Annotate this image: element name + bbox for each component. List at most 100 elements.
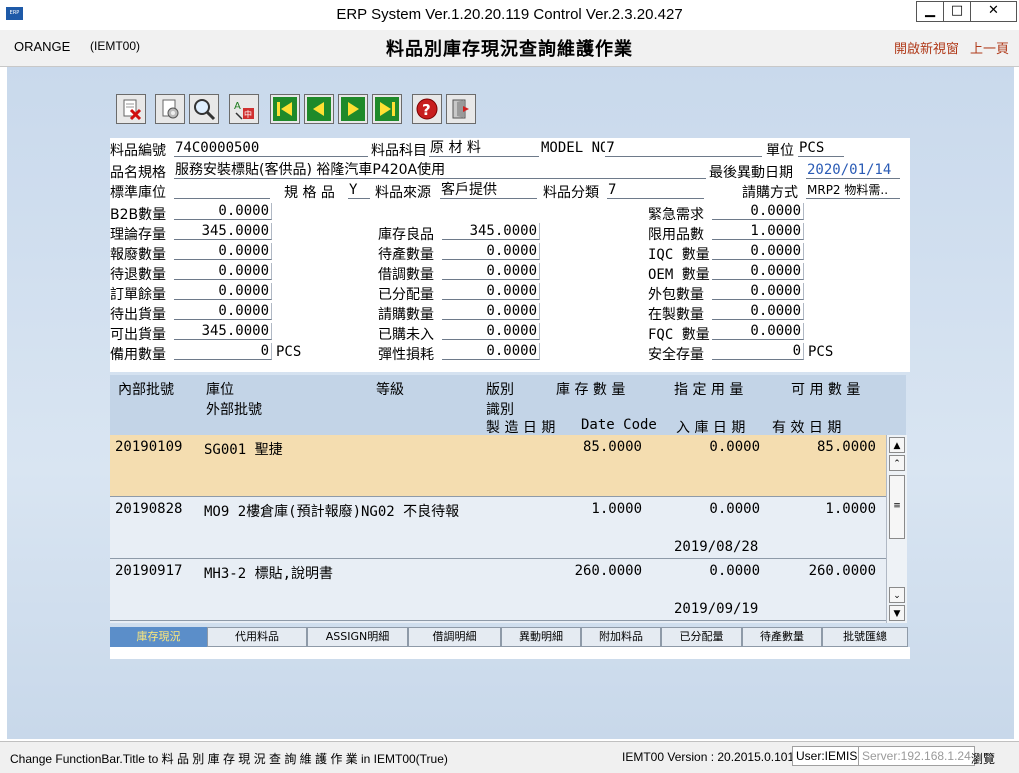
qty-label: 借調數量 bbox=[378, 267, 434, 283]
open-new-window-link[interactable]: 開啟新視窗 bbox=[894, 38, 959, 57]
qty-field[interactable]: 0.0000 bbox=[712, 243, 804, 260]
exit-button[interactable] bbox=[446, 94, 476, 124]
tab-substitute-items[interactable]: 代用料品 bbox=[207, 627, 307, 647]
qty-label: 待產數量 bbox=[378, 247, 434, 263]
subject-value: 原 材 料 bbox=[430, 140, 481, 156]
qty-field[interactable]: 0.0000 bbox=[174, 203, 272, 220]
scroll-thumb[interactable]: ≡ bbox=[889, 475, 905, 539]
status-bar: Change FunctionBar.Title to 料 品 別 庫 存 現 … bbox=[0, 741, 1019, 773]
std-location-field[interactable] bbox=[174, 181, 270, 199]
exit-icon bbox=[452, 99, 469, 119]
next-record-icon bbox=[341, 97, 365, 121]
detail-tabs: 庫存現況 代用料品 ASSIGN明細 借調明細 異動明細 附加料品 已分配量 待… bbox=[110, 627, 910, 647]
qty-label: IQC 數量 bbox=[648, 247, 710, 263]
qty-field[interactable]: 1.0000 bbox=[712, 223, 804, 240]
tab-panel bbox=[110, 647, 910, 659]
cell-stock: 1.0000 bbox=[591, 501, 642, 517]
close-button[interactable]: ✕ bbox=[970, 1, 1017, 22]
qty-label: 請購數量 bbox=[378, 307, 434, 323]
spec-name-value: 服務安裝標貼(客供品) 裕隆汽車P420A使用 bbox=[175, 162, 446, 178]
translate-button[interactable]: A中 bbox=[229, 94, 259, 124]
qty-field[interactable]: 0.0000 bbox=[174, 263, 272, 280]
qty-field[interactable]: 0.0000 bbox=[442, 303, 540, 320]
qty-field[interactable]: 0.0000 bbox=[712, 323, 804, 340]
tab-allocated-qty[interactable]: 已分配量 bbox=[661, 627, 742, 647]
maximize-button[interactable]: □ bbox=[943, 1, 971, 22]
last-record-button[interactable] bbox=[372, 94, 402, 124]
unit-field[interactable]: PCS bbox=[798, 139, 844, 157]
first-record-icon bbox=[273, 97, 297, 121]
tab-borrow-detail[interactable]: 借調明細 bbox=[408, 627, 501, 647]
qty-field[interactable]: 345.0000 bbox=[174, 323, 272, 340]
qty-field[interactable]: 0.0000 bbox=[442, 343, 540, 360]
model-field[interactable]: 7 bbox=[605, 139, 762, 157]
app-header: ORANGE (IEMT00) 料品別庫存現況查詢維護作業 開啟新視窗 上一頁 bbox=[0, 30, 1019, 67]
qty-field[interactable]: 0.0000 bbox=[712, 303, 804, 320]
purchase-method-value: MRP2 物料需.. bbox=[807, 183, 889, 197]
scroll-bottom-button[interactable]: ▼ bbox=[889, 605, 905, 621]
source-field[interactable]: 客戶提供 bbox=[440, 181, 537, 199]
next-record-button[interactable] bbox=[338, 94, 368, 124]
delete-button[interactable] bbox=[116, 94, 146, 124]
tab-change-detail[interactable]: 異動明細 bbox=[501, 627, 581, 647]
qty-field[interactable]: 0.0000 bbox=[712, 203, 804, 220]
last-change-value: 2020/01/14 bbox=[807, 162, 892, 178]
qty-field[interactable]: 0.0000 bbox=[712, 263, 804, 280]
qty-field[interactable]: 0.0000 bbox=[442, 323, 540, 340]
tab-additional-items[interactable]: 附加料品 bbox=[581, 627, 661, 647]
qty-field[interactable]: 0.0000 bbox=[442, 283, 540, 300]
qty-field[interactable]: 0.0000 bbox=[174, 303, 272, 320]
scroll-top-button[interactable]: ▲ bbox=[889, 437, 905, 453]
tab-lot-summary[interactable]: 批號匯總 bbox=[822, 627, 908, 647]
qty-field[interactable]: 0.0000 bbox=[712, 283, 804, 300]
qty-field[interactable]: 0 bbox=[174, 343, 272, 360]
qty-label: 已分配量 bbox=[378, 287, 434, 303]
spec-field[interactable]: Y bbox=[348, 181, 370, 199]
col-grade: 等級 bbox=[376, 382, 404, 398]
cell-location: SG001 聖捷 bbox=[204, 442, 283, 458]
scroll-down-button[interactable]: ⌄ bbox=[889, 587, 905, 603]
grid-scrollbar[interactable]: ▲ ⌃ ≡ ⌄ ▼ bbox=[886, 435, 907, 623]
purchase-method-label: 請購方式 bbox=[742, 185, 798, 201]
qty-field[interactable]: 0.0000 bbox=[442, 243, 540, 260]
model-value: 7 bbox=[606, 140, 615, 156]
browse-mode-indicator: 瀏覽 bbox=[971, 752, 996, 766]
unit-value: PCS bbox=[799, 140, 825, 156]
qty-field[interactable]: 345.0000 bbox=[442, 223, 540, 240]
subject-field[interactable]: 原 材 料 bbox=[429, 139, 539, 157]
purchase-method-field[interactable]: MRP2 物料需.. bbox=[806, 181, 900, 199]
minimize-button[interactable]: ▁ bbox=[916, 1, 944, 22]
qty-field[interactable]: 0 bbox=[712, 343, 804, 360]
table-row[interactable]: 20190109 SG001 聖捷 85.0000 0.0000 85.0000 bbox=[110, 435, 886, 497]
qty-field[interactable]: 0.0000 bbox=[174, 283, 272, 300]
last-change-field[interactable]: 2020/01/14 bbox=[806, 161, 900, 179]
table-row[interactable]: 20190828 MO9 2樓倉庫(預計報廢)NG02 不良待報 1.0000 … bbox=[110, 497, 886, 559]
category-field[interactable]: 7 bbox=[607, 181, 704, 199]
item-no-value: 74C0000500 bbox=[175, 140, 260, 156]
previous-record-button[interactable] bbox=[304, 94, 334, 124]
cell-location: MO9 2樓倉庫(預計報廢)NG02 不良待報 bbox=[204, 504, 460, 520]
print-button[interactable] bbox=[155, 94, 185, 124]
table-row[interactable]: 20190917 MH3-2 標貼,說明書 260.0000 0.0000 26… bbox=[110, 559, 886, 621]
previous-page-link[interactable]: 上一頁 bbox=[970, 38, 1009, 57]
qty-field[interactable]: 345.0000 bbox=[174, 223, 272, 240]
svg-text:中: 中 bbox=[244, 109, 252, 119]
qty-label: 已購未入 bbox=[378, 327, 434, 343]
qty-label: 緊急需求 bbox=[648, 207, 704, 223]
help-button[interactable]: ? bbox=[412, 94, 442, 124]
first-record-button[interactable] bbox=[270, 94, 300, 124]
scroll-up-button[interactable]: ⌃ bbox=[889, 455, 905, 471]
col-stock-qty: 庫 存 數 量 bbox=[556, 382, 626, 398]
col-date-code: Date Code bbox=[581, 417, 657, 433]
qty-label: 理論存量 bbox=[110, 227, 166, 243]
qty-field[interactable]: 0.0000 bbox=[442, 263, 540, 280]
tab-stock-status[interactable]: 庫存現況 bbox=[110, 627, 207, 647]
tab-assign-detail[interactable]: ASSIGN明細 bbox=[307, 627, 408, 647]
spec-name-field[interactable]: 服務安裝標貼(客供品) 裕隆汽車P420A使用 bbox=[174, 161, 706, 179]
search-button[interactable] bbox=[189, 94, 219, 124]
qty-field[interactable]: 0.0000 bbox=[174, 243, 272, 260]
item-no-field[interactable]: 74C0000500 bbox=[174, 139, 368, 157]
subject-label: 料品科目 bbox=[371, 143, 427, 159]
tab-pending-production[interactable]: 待產數量 bbox=[742, 627, 822, 647]
lot-grid-header: 內部批號 庫位 外部批號 等級 版別 識別 製 造 日 期 Date Code … bbox=[110, 375, 906, 436]
